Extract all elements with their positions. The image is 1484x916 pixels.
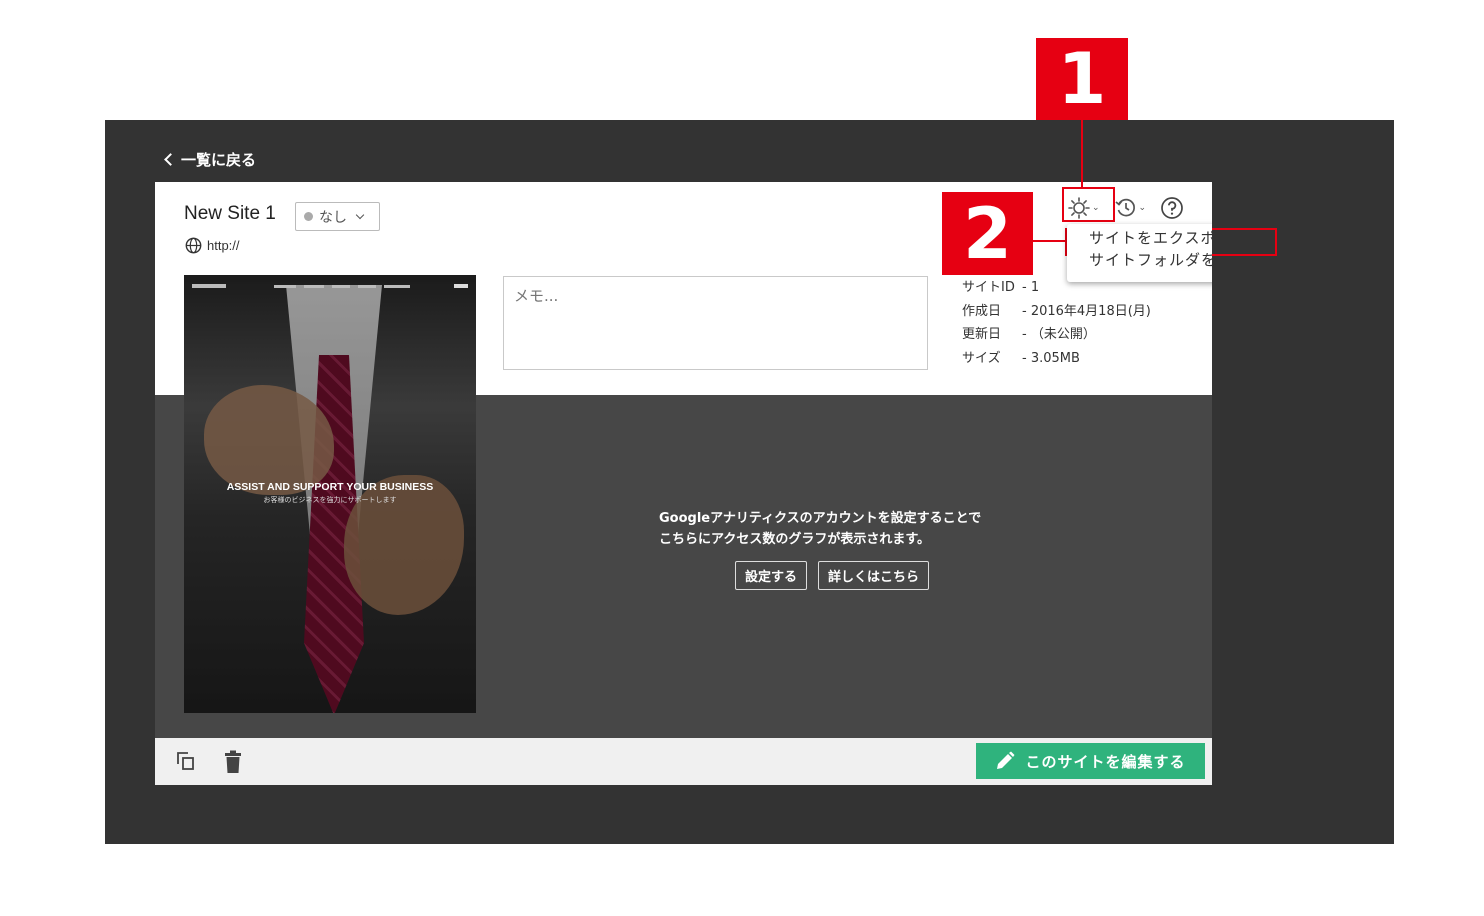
status-select[interactable]: なし [295,202,380,231]
analytics-buttons: 設定する 詳しくはこちら [735,561,930,590]
app-window: 一覧に戻る New Site 1 なし http:// ⌄ ⌄ Googleアナ… [105,120,1394,844]
thumbnail-overlay [184,275,476,713]
chevron-down-icon [355,210,365,220]
memo-field[interactable] [503,276,928,370]
settings-dropdown: サイトをエクスポート サイトフォルダを開く [1067,224,1212,282]
site-url[interactable]: http:// [185,237,240,254]
info-value: - 2016年4月18日(月) [1022,303,1151,319]
info-key: 作成日 [962,303,1002,319]
help-icon [1161,197,1183,219]
back-link-label: 一覧に戻る [181,150,257,169]
chevron-down-icon: ⌄ [1138,203,1147,213]
menu-item-export-site[interactable]: サイトをエクスポート [1089,227,1212,249]
back-to-list-link[interactable]: 一覧に戻る [163,148,256,170]
analytics-line-2: こちらにアクセス数のグラフが表示されます。 [659,532,931,547]
info-value: - （未公開） [1022,327,1096,342]
thumbnail-nav [184,275,476,297]
info-value: - 1 [1022,280,1040,295]
edit-site-button[interactable]: このサイトを編集する [976,743,1205,779]
callout-two-connector [1033,240,1066,242]
site-url-text: http:// [207,238,240,253]
analytics-message: Googleアナリティクスのアカウントを設定することで こちらにアクセス数のグラ… [659,508,981,550]
thumbnail-nav-link-mark [358,284,376,288]
thumbnail-nav-link-mark [384,284,410,288]
thumbnail-nav-link-mark [332,284,350,288]
globe-icon [185,237,202,254]
info-row: 更新日 - （未公開） [962,323,1151,347]
thumbnail-social-mark [454,284,468,288]
gear-highlight-box [1062,187,1115,222]
info-key: サイズ [962,350,1001,366]
info-value: - 3.05MB [1022,350,1080,366]
site-info: サイトID - 1 作成日 - 2016年4月18日(月) 更新日 - （未公開… [962,276,1151,370]
info-key: サイトID [962,280,1015,295]
thumbnail-subtext: お客様のビジネスを強力にサポートします [263,496,397,504]
duplicate-icon[interactable] [175,750,197,772]
info-key: 更新日 [962,327,1002,342]
history-menu-button[interactable]: ⌄ [1114,196,1147,220]
status-select-value: なし [319,209,347,226]
analytics-details-button[interactable]: 詳しくはこちら [818,561,930,590]
thumbnail-logo-mark [192,284,226,288]
site-detail-panel: New Site 1 なし http:// ⌄ ⌄ Googleアナリティクスの… [155,182,1212,785]
callout-one: 1 [1036,38,1128,120]
edit-site-button-label: このサイトを編集する [1025,752,1186,771]
info-row: 作成日 - 2016年4月18日(月) [962,300,1151,324]
status-dot-icon [304,212,313,221]
chevron-left-icon [164,152,177,166]
trash-icon[interactable] [222,750,244,774]
history-icon [1115,198,1135,217]
thumbnail-headline: ASSIST AND SUPPORT YOUR BUSINESS [226,481,434,493]
help-button[interactable] [1160,196,1184,220]
thumbnail-nav-link-mark [274,284,296,288]
menu-item-open-site-folder[interactable]: サイトフォルダを開く [1089,249,1212,271]
site-title: New Site 1 [184,203,276,224]
panel-footer: このサイトを編集する [155,738,1212,785]
analytics-line-1: Googleアナリティクスのアカウントを設定することで [659,511,982,526]
site-thumbnail[interactable]: ASSIST AND SUPPORT YOUR BUSINESS お客様のビジネ… [184,275,476,713]
info-row: サイズ - 3.05MB [962,347,1151,371]
callout-two: 2 [942,192,1033,275]
pencil-icon [997,751,1015,769]
callout-one-connector [1081,120,1083,188]
thumbnail-nav-link-mark [304,284,324,288]
analytics-setup-button[interactable]: 設定する [735,561,808,590]
